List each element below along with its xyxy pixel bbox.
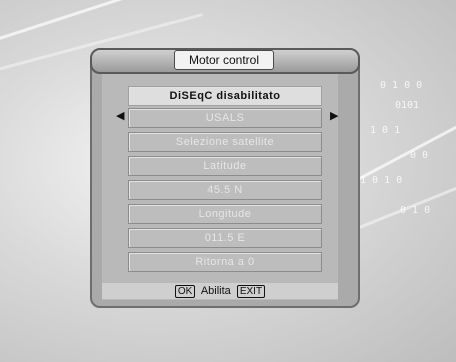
menu-item-usals[interactable]: USALS (128, 108, 322, 128)
menu-item-satellite-selection[interactable]: Selezione satellite (128, 132, 322, 152)
menu-item-longitude-label: Longitude (128, 204, 322, 224)
menu-item-latitude-label: Latitude (128, 156, 322, 176)
triangle-right-icon[interactable]: ▶ (330, 110, 338, 122)
diseqc-status[interactable]: DiSEqC disabilitato (128, 86, 322, 106)
ok-key-badge: OK (174, 285, 196, 298)
footer-bar: OK Abilita EXIT (102, 283, 338, 299)
footer-action-label: Abilita (200, 285, 231, 297)
menu-item-return-to-zero[interactable]: Ritorna a 0 (128, 252, 322, 272)
window-title: Motor control (174, 50, 274, 70)
triangle-left-icon[interactable]: ◀ (116, 110, 124, 122)
menu-item-latitude-value[interactable]: 45.5 N (128, 180, 322, 200)
menu-item-longitude-value[interactable]: 011.5 E (128, 228, 322, 248)
exit-key-badge: EXIT (236, 285, 266, 298)
